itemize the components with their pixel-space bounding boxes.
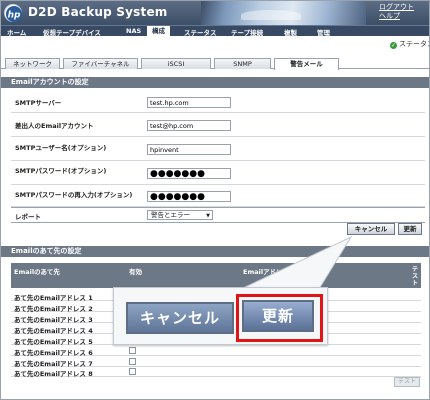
callout-cancel-button[interactable]: キャンセル	[126, 302, 234, 334]
highlight-box	[236, 294, 323, 342]
app-window: hp D2D Backup System ログアウト ヘルプ ホーム 仮想テープ…	[0, 0, 430, 400]
